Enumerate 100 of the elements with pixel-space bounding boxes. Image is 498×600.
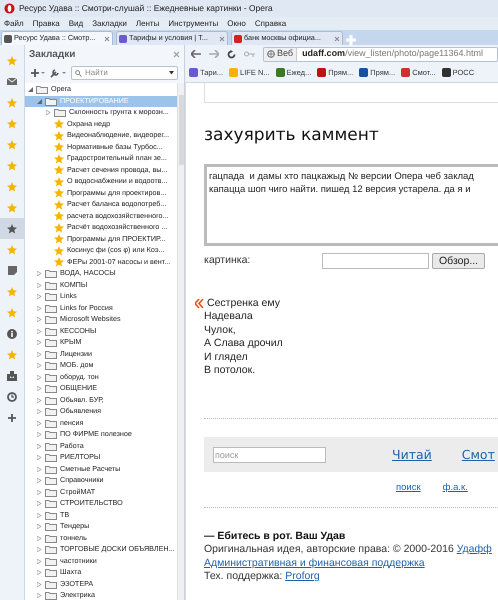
menu-item[interactable]: Правка bbox=[32, 18, 60, 30]
menu-item[interactable]: Файл bbox=[4, 18, 24, 30]
footer-link[interactable]: ф.а.к. bbox=[442, 481, 468, 496]
star-icon bbox=[54, 234, 64, 244]
expand-icon[interactable] bbox=[37, 374, 42, 380]
folder-icon bbox=[45, 568, 57, 578]
support-link[interactable]: Административная и финансовая поддержка bbox=[204, 556, 425, 568]
comment-field[interactable]: гацпада и дамы хто пацкажыд № версии Опера чеб заклад капацца шоп чиго найти. пишед 12 версия устарела. да я и bbox=[204, 164, 498, 246]
search-field[interactable]: Найти bbox=[71, 66, 178, 80]
expand-icon[interactable] bbox=[37, 352, 42, 357]
expand-icon[interactable] bbox=[37, 294, 42, 300]
menu-item[interactable]: Закладки bbox=[92, 18, 127, 30]
mail-icon[interactable] bbox=[7, 77, 17, 86]
expand-icon[interactable] bbox=[37, 524, 42, 530]
expand-icon[interactable] bbox=[37, 536, 42, 541]
star-icon[interactable] bbox=[7, 308, 17, 318]
menu-item[interactable]: Инструменты bbox=[168, 18, 218, 30]
panel-title[interactable]: Закладки bbox=[29, 46, 76, 62]
expand-icon[interactable] bbox=[37, 282, 42, 288]
star-icon[interactable] bbox=[7, 244, 17, 254]
star-icon[interactable] bbox=[7, 182, 17, 192]
star-icon[interactable] bbox=[7, 118, 17, 128]
folder-icon bbox=[45, 350, 57, 359]
expand-icon[interactable] bbox=[37, 317, 42, 322]
address-field[interactable]: Веб udaff.com/view_listen/photo/page11364.html bbox=[263, 46, 498, 62]
expand-icon[interactable] bbox=[37, 363, 42, 368]
expand-icon[interactable] bbox=[37, 306, 42, 311]
expand-icon[interactable] bbox=[37, 432, 42, 438]
expand-icon[interactable] bbox=[37, 271, 42, 276]
close-icon[interactable] bbox=[173, 50, 180, 58]
search-input[interactable]: Найти bbox=[85, 67, 166, 79]
clock-icon[interactable] bbox=[7, 392, 17, 402]
poem-line: Надевала bbox=[203, 310, 254, 324]
expand-icon[interactable] bbox=[46, 110, 51, 116]
forward-icon[interactable] bbox=[209, 50, 219, 58]
copyright-link[interactable]: Удафф bbox=[456, 543, 492, 556]
collapse-icon[interactable] bbox=[37, 98, 42, 104]
tech-support-link[interactable]: Proforg bbox=[285, 570, 320, 582]
expand-icon[interactable] bbox=[37, 444, 42, 449]
star-icon[interactable] bbox=[7, 224, 17, 234]
star-icon[interactable] bbox=[7, 140, 17, 150]
menu-item[interactable]: Ленты bbox=[136, 18, 160, 30]
back-icon[interactable] bbox=[191, 50, 201, 58]
expand-icon[interactable] bbox=[37, 455, 42, 460]
expand-icon[interactable] bbox=[37, 386, 42, 392]
reload-icon[interactable] bbox=[227, 50, 236, 58]
copyright-text: Оригинальная идея, авторские права: © 2000-2016 bbox=[204, 543, 455, 556]
add-icon[interactable] bbox=[8, 414, 16, 422]
close-icon[interactable] bbox=[219, 36, 225, 42]
expand-icon[interactable] bbox=[37, 593, 42, 598]
close-icon[interactable] bbox=[334, 36, 340, 42]
expand-icon[interactable] bbox=[37, 409, 42, 414]
expand-icon[interactable] bbox=[37, 478, 42, 484]
menu-item[interactable]: Вид bbox=[68, 18, 84, 30]
folder-icon bbox=[45, 556, 57, 566]
info-icon[interactable] bbox=[7, 328, 17, 338]
web-badge[interactable]: Веб bbox=[264, 48, 298, 60]
expand-icon[interactable] bbox=[37, 558, 42, 564]
note-icon[interactable] bbox=[8, 266, 16, 275]
collapse-icon[interactable] bbox=[28, 87, 33, 92]
folder-icon bbox=[45, 476, 57, 486]
star-icon[interactable] bbox=[7, 98, 17, 108]
site-search-field[interactable]: поиск bbox=[213, 446, 326, 463]
expand-icon[interactable] bbox=[37, 582, 42, 587]
browse-button[interactable]: Обзор... bbox=[432, 252, 486, 268]
picture-label: картинка: bbox=[204, 252, 252, 268]
new-tab-icon[interactable] bbox=[346, 35, 356, 45]
poem-line: Чулок, bbox=[203, 324, 237, 338]
wrench-icon[interactable] bbox=[50, 68, 66, 78]
expand-icon[interactable] bbox=[37, 466, 42, 472]
folder-icon bbox=[45, 315, 57, 324]
expand-icon[interactable] bbox=[37, 420, 42, 426]
key-icon[interactable] bbox=[244, 51, 255, 57]
menu-item[interactable]: Справка bbox=[254, 18, 286, 30]
star-icon[interactable] bbox=[7, 286, 17, 296]
dropdown-icon[interactable] bbox=[169, 71, 174, 75]
expand-icon[interactable] bbox=[37, 512, 42, 518]
expand-icon[interactable] bbox=[37, 570, 42, 576]
expand-icon[interactable] bbox=[37, 501, 42, 506]
expand-icon[interactable] bbox=[37, 340, 42, 346]
folder-icon bbox=[45, 361, 57, 370]
close-icon[interactable] bbox=[104, 36, 110, 42]
folder-icon bbox=[45, 510, 57, 520]
star-icon[interactable] bbox=[7, 56, 17, 66]
footer-link[interactable]: поиск bbox=[396, 481, 421, 496]
nav-link[interactable]: Смот bbox=[462, 446, 495, 464]
expand-icon[interactable] bbox=[37, 490, 42, 495]
expand-icon[interactable] bbox=[37, 547, 42, 552]
scrollbar[interactable] bbox=[177, 83, 184, 600]
star-icon bbox=[54, 119, 64, 130]
expand-icon[interactable] bbox=[37, 398, 42, 403]
expand-icon[interactable] bbox=[37, 328, 42, 334]
file-path-field[interactable] bbox=[322, 252, 429, 268]
star-icon[interactable] bbox=[7, 160, 17, 170]
star-icon[interactable] bbox=[7, 350, 17, 360]
menu-item[interactable]: Окно bbox=[227, 18, 246, 30]
nav-link[interactable]: Читай bbox=[392, 446, 432, 464]
download-icon[interactable] bbox=[7, 370, 17, 380]
add-icon[interactable] bbox=[31, 69, 45, 77]
star-icon[interactable] bbox=[7, 202, 17, 212]
